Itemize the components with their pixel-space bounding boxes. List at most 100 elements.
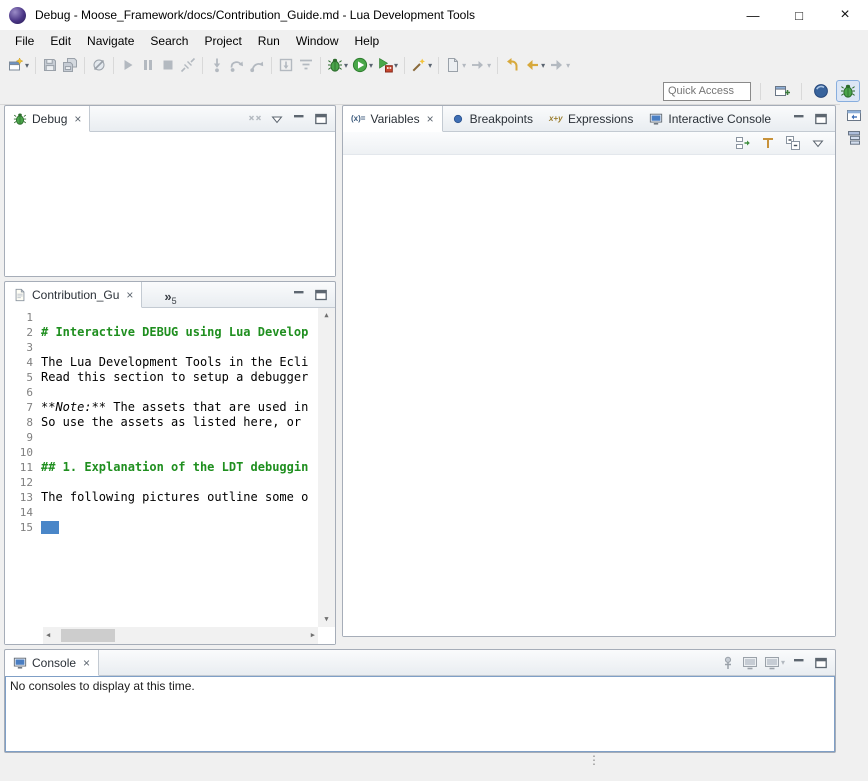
- dropdown-arrow-icon[interactable]: ▾: [394, 61, 398, 70]
- collapse-all-button[interactable]: [783, 132, 803, 154]
- editor-vertical-scrollbar[interactable]: ▲ ▼: [318, 308, 335, 627]
- dropdown-arrow-icon[interactable]: ▾: [487, 61, 491, 70]
- scrollbar-thumb[interactable]: [61, 629, 115, 642]
- link-with-editor-button[interactable]: ▾: [468, 54, 493, 76]
- tab-interactive-console[interactable]: Interactive Console: [641, 106, 779, 131]
- hidden-editors-chevron[interactable]: »5: [160, 282, 180, 307]
- menu-navigate[interactable]: Navigate: [79, 32, 142, 50]
- new-wizard-button[interactable]: ▾: [6, 54, 31, 76]
- app-icon[interactable]: [9, 7, 26, 24]
- dropdown-arrow-icon[interactable]: ▾: [541, 61, 545, 70]
- maximize-button[interactable]: [812, 108, 830, 130]
- editor-horizontal-scrollbar[interactable]: ◀ ▶: [43, 627, 318, 644]
- tab-contribution-guide[interactable]: Contribution_Gu ×: [5, 282, 142, 308]
- display-selected-console-button[interactable]: [741, 652, 759, 674]
- view-menu-button[interactable]: [808, 132, 828, 154]
- restore-minimized-view-button[interactable]: [844, 107, 864, 127]
- debug-perspective-button[interactable]: [836, 80, 860, 102]
- tab-expressions[interactable]: x+yExpressions: [541, 106, 641, 131]
- show-logical-structure-button[interactable]: [733, 132, 753, 154]
- editor-line: 4The Lua Development Tools in the Ecli: [5, 355, 318, 370]
- step-return-icon: [249, 57, 265, 73]
- minimize-button[interactable]: [290, 284, 308, 306]
- scroll-down-icon[interactable]: ▼: [321, 612, 331, 627]
- maximize-button[interactable]: [812, 652, 830, 674]
- minimize-button[interactable]: [790, 652, 808, 674]
- menu-file[interactable]: File: [7, 32, 42, 50]
- menu-edit[interactable]: Edit: [42, 32, 79, 50]
- menu-search[interactable]: Search: [142, 32, 196, 50]
- close-window-button[interactable]: ×: [822, 0, 868, 30]
- skip-all-breakpoints-button[interactable]: [89, 54, 109, 76]
- open-perspective-button[interactable]: [770, 80, 794, 102]
- forward-button[interactable]: ▾: [547, 54, 572, 76]
- maximize-button[interactable]: [312, 108, 330, 130]
- ldt-perspective-button[interactable]: [809, 80, 833, 102]
- dropdown-arrow-icon[interactable]: ▾: [781, 658, 785, 667]
- dropdown-arrow-icon[interactable]: ▾: [344, 61, 348, 70]
- resume-button[interactable]: [118, 54, 138, 76]
- step-into-button[interactable]: [207, 54, 227, 76]
- remove-all-terminated-button[interactable]: [246, 108, 264, 130]
- minimize-button[interactable]: [290, 108, 308, 130]
- console-tabstrip: Console × ▾: [5, 650, 835, 676]
- scroll-right-icon[interactable]: ▶: [308, 628, 318, 643]
- minimize-button[interactable]: [790, 108, 808, 130]
- close-icon[interactable]: ×: [427, 113, 434, 125]
- close-icon[interactable]: ×: [74, 113, 81, 125]
- dropdown-arrow-icon[interactable]: ▾: [462, 61, 466, 70]
- save-button[interactable]: [40, 54, 60, 76]
- maximize-window-button[interactable]: □: [776, 0, 822, 30]
- debug-button[interactable]: ▾: [325, 54, 350, 76]
- run-button[interactable]: ▾: [350, 54, 375, 76]
- use-step-filters-button[interactable]: [296, 54, 316, 76]
- disconnect-icon: [180, 57, 196, 73]
- back-button[interactable]: ▾: [522, 54, 547, 76]
- disconnect-button[interactable]: [178, 54, 198, 76]
- terminate-button[interactable]: [158, 54, 178, 76]
- step-over-button[interactable]: [227, 54, 247, 76]
- scroll-left-icon[interactable]: ◀: [43, 628, 53, 643]
- tab-console[interactable]: Console ×: [5, 650, 99, 676]
- close-icon[interactable]: ×: [126, 289, 133, 301]
- close-icon[interactable]: ×: [83, 657, 90, 669]
- sash-grip[interactable]: ⋮: [588, 754, 600, 766]
- save-all-button[interactable]: [60, 54, 80, 76]
- menu-window[interactable]: Window: [288, 32, 347, 50]
- line-text: So use the assets as listed here, or: [39, 415, 318, 430]
- suspend-button[interactable]: [138, 54, 158, 76]
- editor-line: 15: [5, 520, 318, 535]
- tab-variables[interactable]: (x)=Variables×: [343, 106, 443, 132]
- open-console-button[interactable]: ▾: [763, 652, 786, 674]
- external-tools-button[interactable]: ▾: [375, 54, 400, 76]
- show-type-names-button[interactable]: [758, 132, 778, 154]
- step-return-button[interactable]: [247, 54, 267, 76]
- minimized-view-button[interactable]: [844, 130, 864, 150]
- view-menu-button[interactable]: [268, 108, 286, 130]
- minimize-window-button[interactable]: —: [730, 0, 776, 30]
- dropdown-arrow-icon[interactable]: ▾: [566, 61, 570, 70]
- scroll-up-icon[interactable]: ▲: [321, 308, 331, 323]
- maximize-button[interactable]: [312, 284, 330, 306]
- menu-project[interactable]: Project: [196, 32, 249, 50]
- editor-lines[interactable]: 12# Interactive DEBUG using Lua Develop3…: [5, 310, 318, 627]
- tab-debug[interactable]: Debug ×: [5, 106, 90, 132]
- quick-access-input[interactable]: [663, 82, 751, 101]
- last-edit-location-button[interactable]: [502, 54, 522, 76]
- open-element-button[interactable]: ▾: [409, 54, 434, 76]
- menu-run[interactable]: Run: [250, 32, 288, 50]
- drop-to-frame-button[interactable]: [276, 54, 296, 76]
- debug-view-body: [5, 132, 335, 276]
- dropdown-arrow-icon[interactable]: ▾: [369, 61, 373, 70]
- menu-help[interactable]: Help: [347, 32, 388, 50]
- new-untitled-button[interactable]: ▾: [443, 54, 468, 76]
- run-icon: [352, 57, 368, 73]
- pin-console-button[interactable]: [719, 652, 737, 674]
- variables-view-body: [343, 155, 835, 636]
- window-controls: — □ ×: [730, 0, 868, 30]
- dropdown-arrow-icon[interactable]: ▾: [25, 61, 29, 70]
- tab-breakpoints[interactable]: Breakpoints: [443, 106, 541, 131]
- dropdown-arrow-icon[interactable]: ▾: [428, 61, 432, 70]
- editor-body[interactable]: 12# Interactive DEBUG using Lua Develop3…: [5, 308, 335, 644]
- debug-tabstrip: Debug ×: [5, 106, 335, 132]
